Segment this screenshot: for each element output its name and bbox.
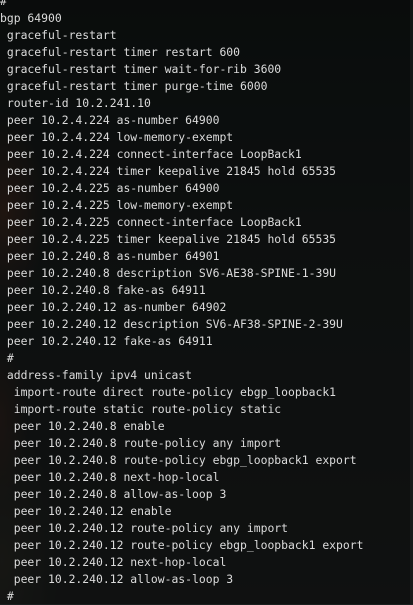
terminal-line: graceful-restart timer wait-for-rib 3600 [0, 62, 282, 76]
terminal-line: peer 10.2.240.12 as-number 64902 [0, 300, 227, 314]
terminal-line: peer 10.2.4.224 timer keepalive 21845 ho… [0, 164, 337, 178]
terminal-line: bgp 64900 [0, 11, 62, 25]
terminal-line: peer 10.2.240.12 description SV6-AF38-SP… [0, 317, 343, 331]
terminal-line: peer 10.2.240.8 route-policy any import [0, 436, 282, 450]
terminal-window[interactable]: # bgp 64900 graceful-restart graceful-res… [0, 0, 413, 604]
terminal-line: peer 10.2.240.8 enable [0, 419, 165, 433]
terminal-line: peer 10.2.240.12 fake-as 64911 [0, 334, 213, 348]
terminal-line: graceful-restart [0, 28, 117, 42]
terminal-line: # [0, 0, 7, 8]
terminal-line: peer 10.2.240.8 route-policy ebgp_loopba… [0, 453, 357, 467]
terminal-line: peer 10.2.240.12 route-policy any import [0, 521, 289, 535]
terminal-line: peer 10.2.4.225 connect-interface LoopBa… [0, 215, 302, 229]
terminal-line: # [0, 589, 14, 603]
terminal-line: peer 10.2.4.225 as-number 64900 [0, 181, 220, 195]
terminal-line: peer 10.2.240.8 next-hop-local [0, 470, 220, 484]
terminal-output[interactable]: # bgp 64900 graceful-restart graceful-res… [0, 0, 363, 605]
terminal-line: router-id 10.2.241.10 [0, 96, 151, 110]
terminal-line: peer 10.2.4.224 low-memory-exempt [0, 130, 234, 144]
terminal-line: import-route static route-policy static [0, 402, 282, 416]
terminal-line: peer 10.2.240.12 next-hop-local [0, 555, 227, 569]
terminal-line: peer 10.2.240.8 description SV6-AE38-SPI… [0, 266, 337, 280]
terminal-line: peer 10.2.4.225 timer keepalive 21845 ho… [0, 232, 337, 246]
terminal-line: peer 10.2.240.8 allow-as-loop 3 [0, 487, 227, 501]
terminal-line: import-route direct route-policy ebgp_lo… [0, 385, 337, 399]
terminal-line: peer 10.2.240.12 route-policy ebgp_loopb… [0, 538, 364, 552]
terminal-line: peer 10.2.4.225 low-memory-exempt [0, 198, 234, 212]
terminal-line: peer 10.2.240.8 fake-as 64911 [0, 283, 206, 297]
terminal-line: peer 10.2.4.224 as-number 64900 [0, 113, 220, 127]
terminal-line: address-family ipv4 unicast [0, 368, 193, 382]
terminal-line: peer 10.2.240.12 allow-as-loop 3 [0, 572, 234, 586]
terminal-line: graceful-restart timer restart 600 [0, 45, 241, 59]
terminal-line: peer 10.2.4.224 connect-interface LoopBa… [0, 147, 302, 161]
terminal-line: peer 10.2.240.8 as-number 64901 [0, 249, 220, 263]
terminal-line: # [0, 351, 14, 365]
terminal-line: peer 10.2.240.12 enable [0, 504, 172, 518]
terminal-line: graceful-restart timer purge-time 6000 [0, 79, 268, 93]
